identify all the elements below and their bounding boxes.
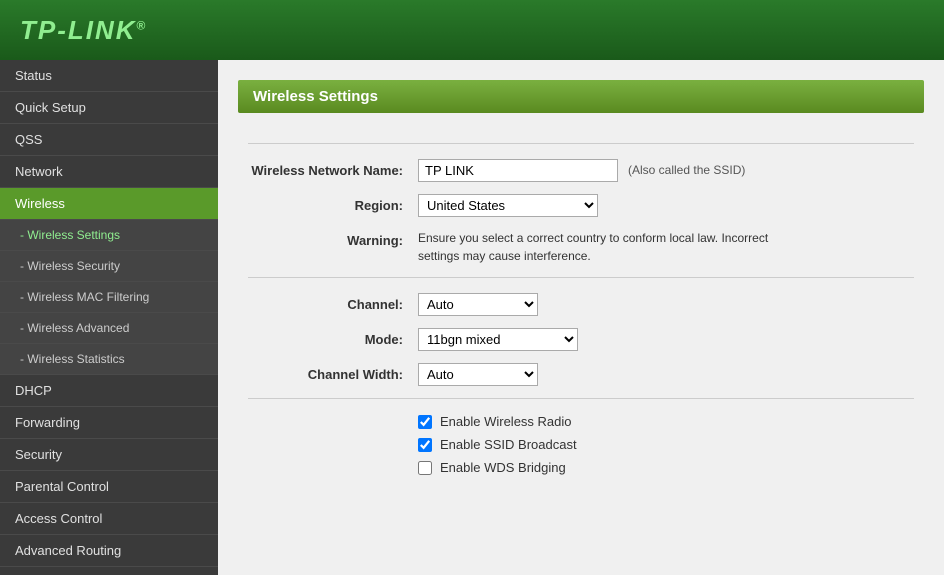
enable-wireless-radio-row: Enable Wireless Radio: [418, 414, 914, 429]
region-control: United States Europe Asia Australia Chin…: [418, 194, 914, 217]
ssid-row: Wireless Network Name: (Also called the …: [248, 159, 914, 182]
mode-select[interactable]: 11bgn mixed 11b only 11g only 11n only: [418, 328, 578, 351]
sidebar-item-quick-setup[interactable]: Quick Setup: [0, 92, 218, 124]
channel-select[interactable]: Auto 1234 5678 91011: [418, 293, 538, 316]
form-divider-top: [248, 143, 914, 144]
sidebar-item-wireless-settings[interactable]: - Wireless Settings: [0, 220, 218, 251]
sidebar-item-qss[interactable]: QSS: [0, 124, 218, 156]
sidebar-item-wireless-advanced[interactable]: - Wireless Advanced: [0, 313, 218, 344]
sidebar-item-wireless-statistics[interactable]: - Wireless Statistics: [0, 344, 218, 375]
channel-row: Channel: Auto 1234 5678 91011: [248, 293, 914, 316]
ssid-note: (Also called the SSID): [628, 159, 745, 177]
region-row: Region: United States Europe Asia Austra…: [248, 194, 914, 217]
mode-label: Mode:: [248, 328, 418, 347]
form-area: Wireless Network Name: (Also called the …: [218, 128, 944, 503]
page-title: Wireless Settings: [253, 88, 378, 105]
sidebar-item-dhcp[interactable]: DHCP: [0, 375, 218, 407]
sidebar: Status Quick Setup QSS Network Wireless …: [0, 60, 218, 575]
channel-width-control: Auto 20MHz 40MHz: [418, 363, 914, 386]
sidebar-item-advanced-routing[interactable]: Advanced Routing: [0, 535, 218, 567]
enable-wireless-radio-checkbox[interactable]: [418, 415, 432, 429]
ssid-control: (Also called the SSID): [418, 159, 914, 182]
enable-wds-bridging-row: Enable WDS Bridging: [418, 460, 914, 475]
sidebar-item-forwarding[interactable]: Forwarding: [0, 407, 218, 439]
sidebar-item-wireless[interactable]: Wireless: [0, 188, 218, 220]
form-divider-bottom: [248, 398, 914, 399]
region-label: Region:: [248, 194, 418, 213]
warning-text: Ensure you select a correct country to c…: [418, 229, 798, 265]
sidebar-item-bandwidth-control[interactable]: Bandwidth Control: [0, 567, 218, 575]
logo-tm: ®: [137, 18, 148, 32]
enable-ssid-broadcast-checkbox[interactable]: [418, 438, 432, 452]
page-title-bar: Wireless Settings: [238, 80, 924, 113]
mode-control: 11bgn mixed 11b only 11g only 11n only: [418, 328, 914, 351]
enable-wds-bridging-label[interactable]: Enable WDS Bridging: [440, 460, 566, 475]
region-select[interactable]: United States Europe Asia Australia Chin…: [418, 194, 598, 217]
sidebar-item-status[interactable]: Status: [0, 60, 218, 92]
warning-control: Ensure you select a correct country to c…: [418, 229, 914, 265]
ssid-label: Wireless Network Name:: [248, 159, 418, 178]
channel-label: Channel:: [248, 293, 418, 312]
checkbox-section: Enable Wireless Radio Enable SSID Broadc…: [418, 414, 914, 475]
sidebar-item-wireless-security[interactable]: - Wireless Security: [0, 251, 218, 282]
enable-ssid-broadcast-label[interactable]: Enable SSID Broadcast: [440, 437, 577, 452]
main-layout: Status Quick Setup QSS Network Wireless …: [0, 60, 944, 575]
ssid-input[interactable]: [418, 159, 618, 182]
sidebar-item-wireless-mac-filtering[interactable]: - Wireless MAC Filtering: [0, 282, 218, 313]
warning-label: Warning:: [248, 229, 418, 248]
sidebar-item-access-control[interactable]: Access Control: [0, 503, 218, 535]
header: TP-LINK®: [0, 0, 944, 60]
channel-control: Auto 1234 5678 91011: [418, 293, 914, 316]
enable-wds-bridging-checkbox[interactable]: [418, 461, 432, 475]
logo-text: TP-LINK: [20, 15, 137, 45]
sidebar-item-network[interactable]: Network: [0, 156, 218, 188]
warning-row: Warning: Ensure you select a correct cou…: [248, 229, 914, 265]
content: Wireless Settings Wireless Network Name:…: [218, 60, 944, 575]
form-divider-mid: [248, 277, 914, 278]
mode-row: Mode: 11bgn mixed 11b only 11g only 11n …: [248, 328, 914, 351]
enable-ssid-broadcast-row: Enable SSID Broadcast: [418, 437, 914, 452]
channel-width-select[interactable]: Auto 20MHz 40MHz: [418, 363, 538, 386]
sidebar-item-security[interactable]: Security: [0, 439, 218, 471]
channel-width-label: Channel Width:: [248, 363, 418, 382]
sidebar-item-parental-control[interactable]: Parental Control: [0, 471, 218, 503]
channel-width-row: Channel Width: Auto 20MHz 40MHz: [248, 363, 914, 386]
logo: TP-LINK®: [20, 15, 147, 46]
enable-wireless-radio-label[interactable]: Enable Wireless Radio: [440, 414, 572, 429]
